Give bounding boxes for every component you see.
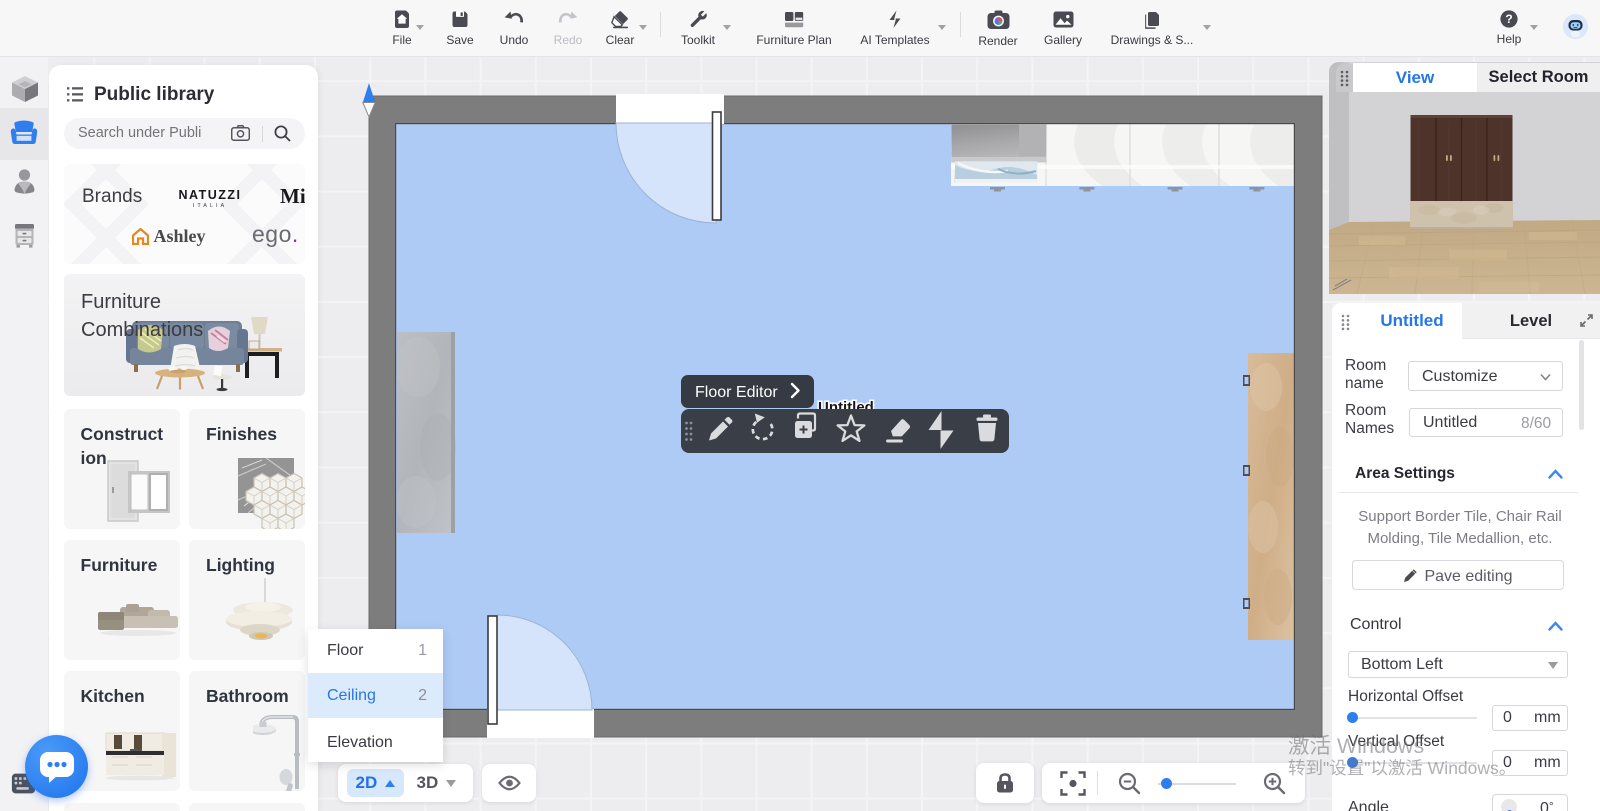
svg-text:?: ? <box>1505 12 1512 26</box>
svg-text:Floor Editor: Floor Editor <box>695 384 778 401</box>
